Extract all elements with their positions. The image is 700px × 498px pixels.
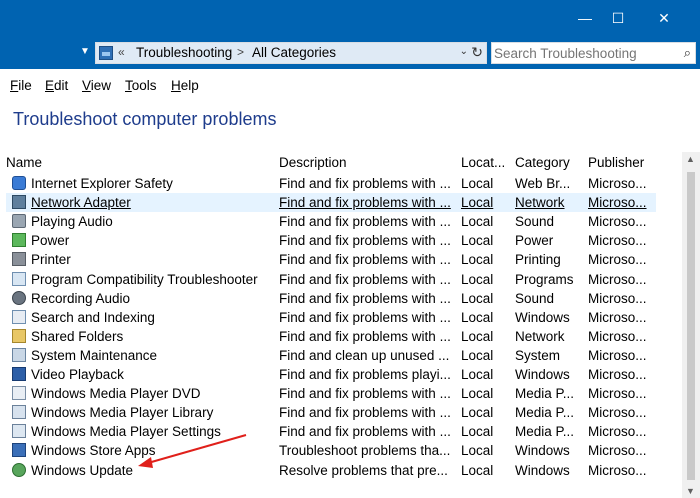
annotation-arrow	[138, 434, 247, 468]
